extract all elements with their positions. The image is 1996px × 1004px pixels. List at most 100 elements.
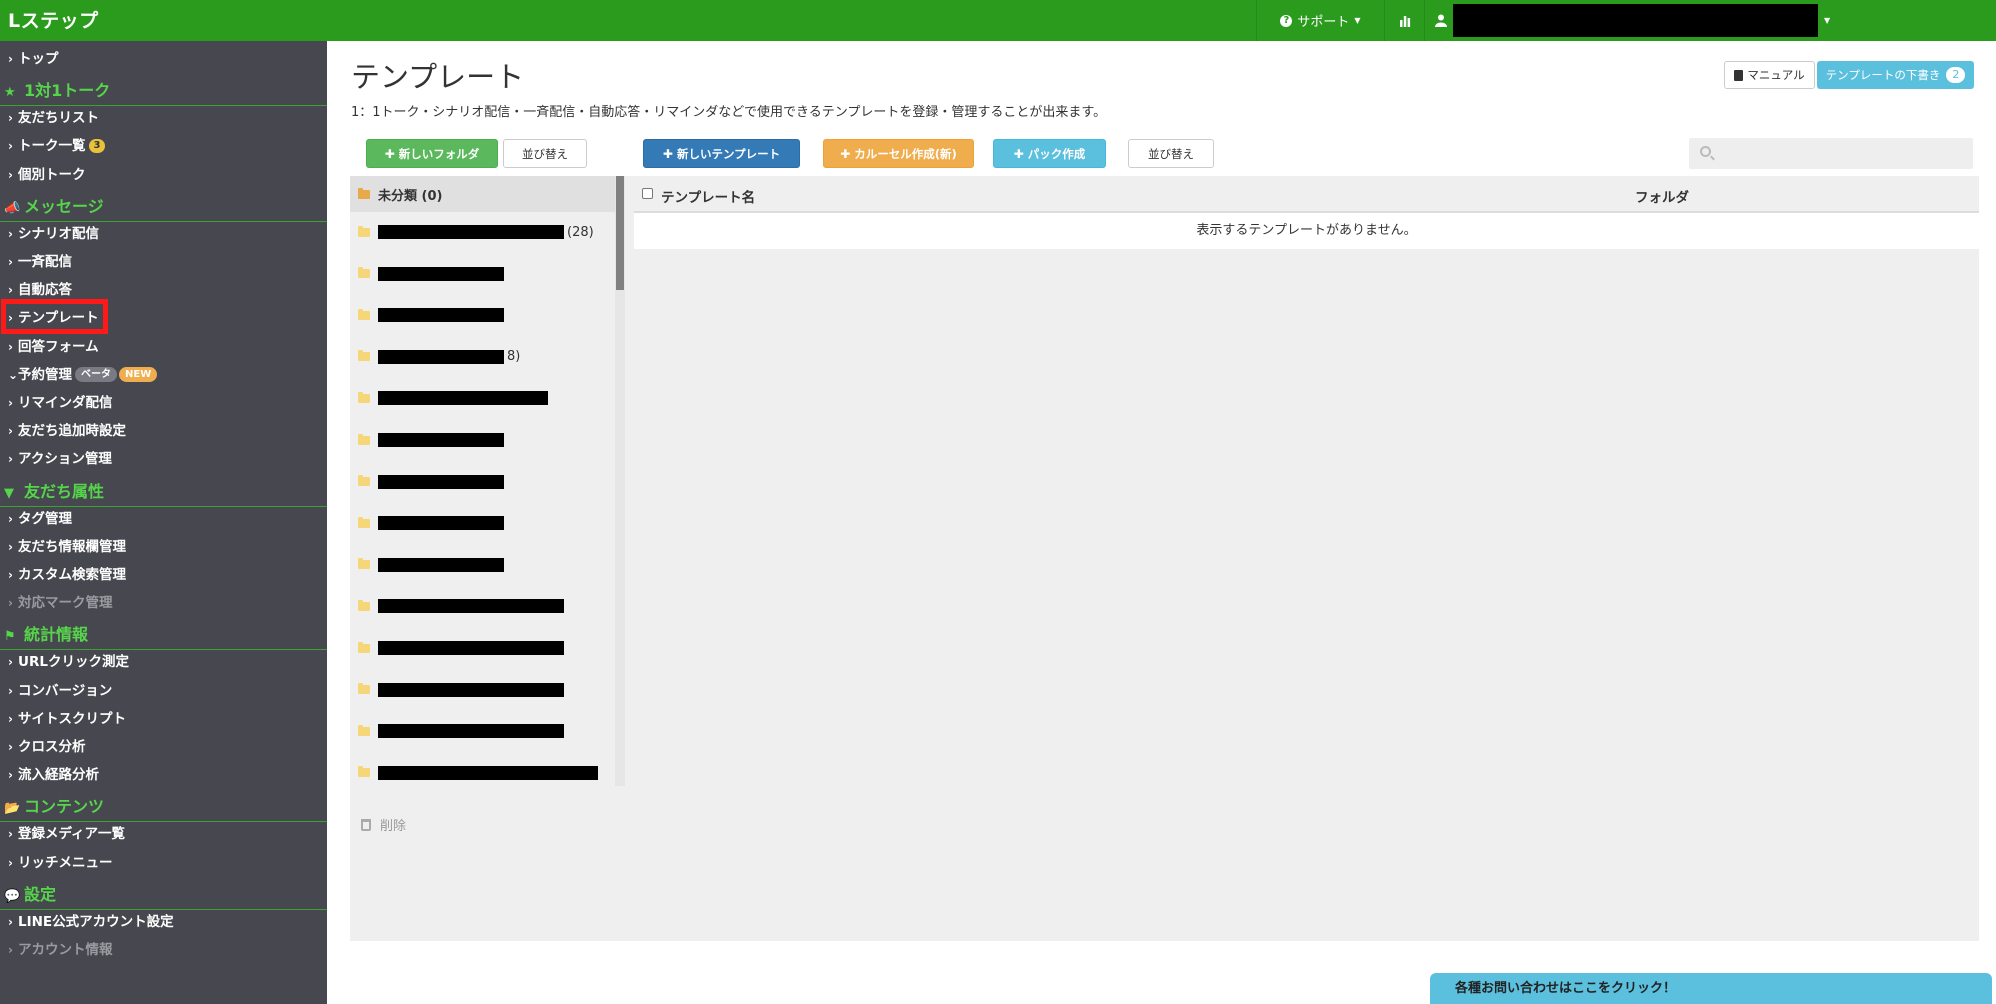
section-icon: 💬 xyxy=(4,888,21,904)
new-template-button[interactable]: ✚ 新しいテンプレート xyxy=(643,139,800,168)
folder-item[interactable]: 8) xyxy=(350,342,616,372)
bar-chart-icon xyxy=(1399,15,1410,27)
folder-uncategorized[interactable]: 未分類 (0) xyxy=(350,176,616,212)
search-input[interactable] xyxy=(1689,138,1973,169)
chevron-right-icon: › xyxy=(8,255,13,269)
manual-label: マニュアル xyxy=(1747,68,1805,82)
folder-item[interactable] xyxy=(350,259,616,289)
sidebar-section-5: 📣 メッセージ xyxy=(0,194,327,222)
template-draft-button[interactable]: テンプレートの下書き 2 xyxy=(1817,61,1974,89)
sidebar-item-4[interactable]: › 個別トーク xyxy=(0,164,327,186)
chevron-right-icon: › xyxy=(8,539,13,554)
beta-badge: ベータ xyxy=(75,367,117,383)
sidebar-item-10[interactable]: › 回答フォーム xyxy=(0,336,327,358)
folder-item[interactable] xyxy=(350,633,616,663)
plus-icon: ✚ xyxy=(662,146,673,161)
page-description: 1：1トーク・シナリオ配信・一斉配信・自動応答・リマインダなどで使用できるテンプ… xyxy=(351,105,1107,120)
plus-icon: ✚ xyxy=(1013,146,1024,161)
sidebar-item-label: カスタム検索管理 xyxy=(18,567,126,583)
sidebar-item-label: 流入経路分析 xyxy=(18,767,99,784)
sidebar-item-21[interactable]: › URLクリック測定 xyxy=(0,651,327,673)
sidebar-item-label: 友だち追加時設定 xyxy=(18,423,126,440)
caret-down-icon: ▼ xyxy=(1354,16,1361,25)
folder-icon xyxy=(358,475,370,487)
contact-tab[interactable]: 各種お問い合わせはここをクリック！ xyxy=(1430,973,1992,1004)
sidebar-section-20: ⚑ 統計情報 xyxy=(0,622,327,651)
folder-item[interactable] xyxy=(350,467,616,497)
sidebar-item-3[interactable]: › トーク一覧 3 xyxy=(0,135,327,157)
sidebar-item-22[interactable]: › コンバージョン xyxy=(0,680,327,702)
carousel-button[interactable]: ✚ カルーセル作成(新) xyxy=(823,139,974,168)
folder-name-redacted xyxy=(378,724,564,739)
sidebar-item-16[interactable]: › タグ管理 xyxy=(0,508,327,530)
sidebar-item-28[interactable]: › リッチメニュー xyxy=(0,852,327,874)
chevron-right-icon: › xyxy=(8,424,13,439)
folder-item[interactable] xyxy=(350,591,616,621)
sidebar-item-8[interactable]: › 自動応答 xyxy=(0,279,327,301)
chevron-right-icon: › xyxy=(8,226,13,241)
sidebar-item-7[interactable]: › 一斉配信 xyxy=(0,251,327,273)
sidebar-item-label: 一斉配信 xyxy=(18,254,72,270)
new-template-label: 新しいテンプレート xyxy=(676,146,781,161)
sidebar-item-17[interactable]: › 友だち情報欄管理 xyxy=(0,536,327,558)
sort-folders-button[interactable]: 並び替え xyxy=(503,139,587,168)
search-icon xyxy=(1700,146,1711,157)
folder-item[interactable] xyxy=(350,425,616,455)
user-name-redacted xyxy=(1453,4,1818,37)
sidebar-item-11[interactable]: ⌄予約管理 ベータ NEW xyxy=(0,364,327,386)
select-all-checkbox[interactable] xyxy=(642,188,653,199)
draft-label: テンプレートの下書き xyxy=(1825,68,1941,82)
folder-item[interactable] xyxy=(350,675,616,705)
sort-templates-button[interactable]: 並び替え xyxy=(1128,139,1214,168)
sidebar-item-0[interactable]: › トップ xyxy=(0,48,327,70)
sidebar-item-6[interactable]: › シナリオ配信 xyxy=(0,223,327,245)
support-menu[interactable]: ? サポート ▼ xyxy=(1256,0,1384,41)
sidebar-item-13[interactable]: › 友だち追加時設定 xyxy=(0,420,327,442)
sidebar: › トップ ★ 1対1トーク › 友だちリスト › トーク一覧 3 › 個別トーク 📣 メッセージ › シナ… xyxy=(0,41,327,1004)
folder-name-redacted xyxy=(378,225,564,239)
stats-button[interactable] xyxy=(1384,0,1424,41)
column-template-name[interactable]: テンプレート名 xyxy=(661,186,755,206)
folder-scrollbar-thumb[interactable] xyxy=(616,176,624,290)
sidebar-section-label: 友だち属性 xyxy=(24,481,105,501)
folder-item[interactable] xyxy=(350,508,616,538)
chevron-right-icon: › xyxy=(8,943,13,957)
delete-folder-button[interactable]: 削除 xyxy=(361,815,406,834)
folder-item[interactable]: (28) xyxy=(350,217,616,247)
manual-button[interactable]: マニュアル xyxy=(1724,61,1815,89)
chevron-right-icon: › xyxy=(8,283,13,298)
app-logo[interactable]: Lステップ xyxy=(8,6,99,33)
sidebar-item-18[interactable]: › カスタム検索管理 xyxy=(0,564,327,586)
sidebar-section-label: コンテンツ xyxy=(24,797,105,817)
folder-item[interactable] xyxy=(350,550,616,580)
sidebar-item-19[interactable]: › 対応マーク管理 xyxy=(0,592,327,614)
sidebar-item-2[interactable]: › 友だちリスト xyxy=(0,107,327,129)
sidebar-item-23[interactable]: › サイトスクリプト xyxy=(0,708,327,730)
new-folder-button[interactable]: ✚ 新しいフォルダ xyxy=(366,139,498,168)
sidebar-item-label: 友だちリスト xyxy=(18,110,99,127)
chevron-right-icon: › xyxy=(8,52,13,66)
chevron-right-icon: › xyxy=(8,111,13,126)
user-menu[interactable]: ▼ xyxy=(1424,0,1996,41)
section-icon: 📣 xyxy=(4,200,21,216)
chevron-right-icon: › xyxy=(8,596,13,611)
chevron-right-icon: › xyxy=(8,827,13,842)
sidebar-item-24[interactable]: › クロス分析 xyxy=(0,736,327,758)
folder-item[interactable] xyxy=(350,383,616,413)
sidebar-item-31[interactable]: › アカウント情報 xyxy=(0,939,327,961)
folder-item[interactable] xyxy=(350,716,616,746)
trash-icon xyxy=(361,818,371,831)
sidebar-item-label: コンバージョン xyxy=(18,682,113,699)
folder-icon xyxy=(358,641,370,653)
sidebar-item-12[interactable]: › リマインダ配信 xyxy=(0,392,327,414)
sidebar-item-27[interactable]: › 登録メディア一覧 xyxy=(0,823,327,845)
sidebar-item-25[interactable]: › 流入経路分析 xyxy=(0,764,327,786)
chevron-right-icon: › xyxy=(8,711,13,726)
column-folder[interactable]: フォルダ xyxy=(1635,186,1689,206)
pack-button[interactable]: ✚ パック作成 xyxy=(993,139,1106,168)
folder-name-redacted xyxy=(378,765,598,780)
sidebar-item-30[interactable]: › LINE公式アカウント設定 xyxy=(0,911,327,933)
folder-item[interactable] xyxy=(350,300,616,330)
sidebar-item-14[interactable]: › アクション管理 xyxy=(0,448,327,470)
folder-item[interactable] xyxy=(350,758,616,786)
